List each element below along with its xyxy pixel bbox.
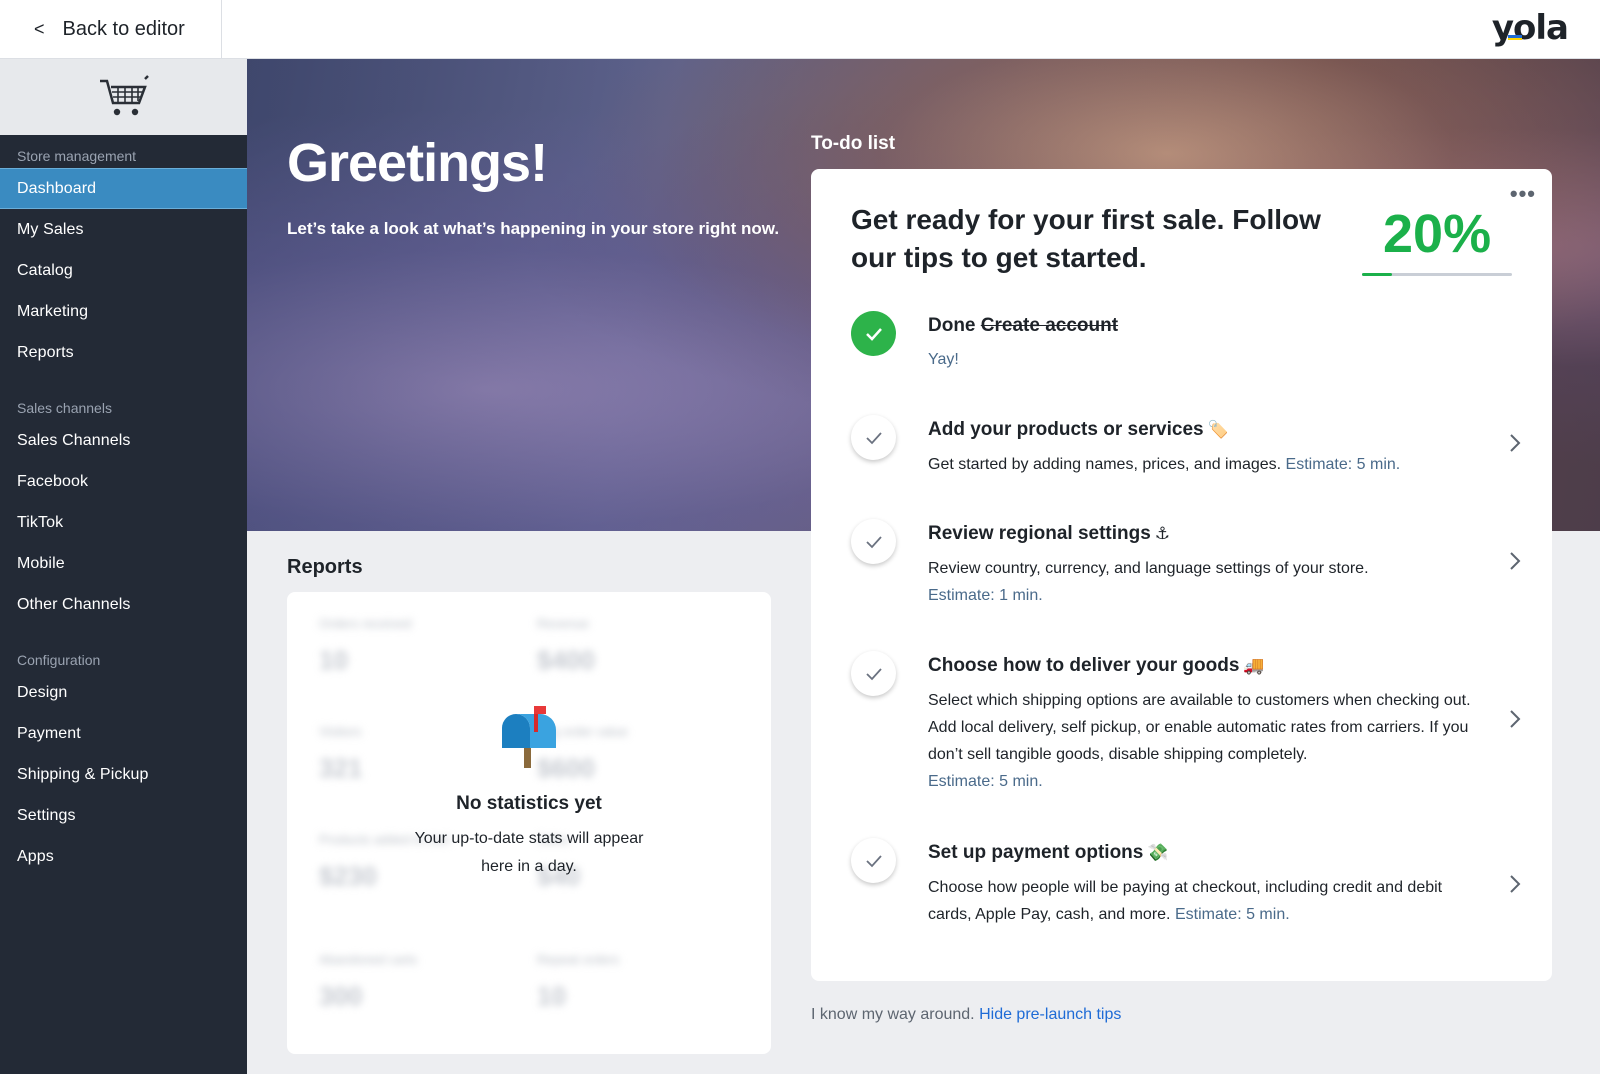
anchor-icon: ⚓ bbox=[1154, 524, 1171, 543]
more-options-icon[interactable]: ••• bbox=[1510, 181, 1536, 207]
hide-tips-text: I know my way around. bbox=[811, 1006, 975, 1023]
hide-tips-row: I know my way around. Hide pre-launch ti… bbox=[811, 1006, 1121, 1024]
todo-card: ••• Get ready for your first sale. Follo… bbox=[811, 169, 1552, 981]
yola-logo[interactable]: yola bbox=[1491, 8, 1569, 48]
sidebar-item-sales-channels[interactable]: Sales Channels bbox=[0, 420, 247, 461]
step-title: Add your products or services 🏷️ bbox=[928, 419, 1229, 440]
check-icon bbox=[851, 519, 896, 564]
sidebar-item-reports[interactable]: Reports bbox=[0, 332, 247, 373]
step-description: Choose how people will be paying at chec… bbox=[928, 879, 1443, 923]
money-with-wings-icon: 💸 bbox=[1147, 843, 1169, 862]
back-to-editor-label: Back to editor bbox=[62, 18, 185, 40]
step-description: Get started by adding names, prices, and… bbox=[928, 456, 1401, 473]
chevron-right-icon[interactable] bbox=[1509, 551, 1521, 571]
todo-step-create-account: Done Create account Yay! bbox=[851, 311, 1521, 381]
step-description: Select which shipping options are availa… bbox=[928, 692, 1471, 790]
sidebar-item-catalog[interactable]: Catalog bbox=[0, 250, 247, 291]
sidebar-item-mobile[interactable]: Mobile bbox=[0, 543, 247, 584]
progress-percent: 20% bbox=[1383, 204, 1492, 264]
nav-group-store-management: Store management bbox=[17, 148, 137, 164]
nav-group-sales-channels: Sales channels bbox=[17, 400, 112, 416]
reports-title: Reports bbox=[287, 556, 363, 578]
empty-state-text: Your up-to-date stats will appear here i… bbox=[414, 830, 644, 875]
completed-check-icon bbox=[851, 311, 896, 356]
reports-empty-state: No statistics yet Your up-to-date stats … bbox=[287, 704, 771, 881]
check-icon bbox=[851, 415, 896, 460]
back-to-editor-button[interactable]: < Back to editor bbox=[0, 0, 222, 59]
blurred-stat: Repeat orders 10 bbox=[537, 952, 620, 1011]
step-title: Set up payment options 💸 bbox=[928, 842, 1169, 863]
sidebar-item-apps[interactable]: Apps bbox=[0, 836, 247, 877]
step-title: Choose how to deliver your goods 🚚 bbox=[928, 655, 1265, 676]
step-title: Done Create account bbox=[928, 315, 1119, 336]
sidebar-item-shipping-pickup[interactable]: Shipping & Pickup bbox=[0, 754, 247, 795]
progress-bar bbox=[1362, 273, 1512, 276]
blurred-stat: Orders received 10 bbox=[319, 616, 412, 675]
sidebar: Store management Dashboard My Sales Cata… bbox=[0, 59, 247, 1074]
todo-step-delivery[interactable]: Choose how to deliver your goods 🚚 Select… bbox=[851, 651, 1521, 801]
chevron-right-icon[interactable] bbox=[1509, 433, 1521, 453]
blurred-stat: Abandoned carts 300 bbox=[319, 952, 418, 1011]
blurred-stat: Revenue $400 bbox=[537, 616, 595, 675]
sidebar-item-marketing[interactable]: Marketing bbox=[0, 291, 247, 332]
check-icon bbox=[851, 838, 896, 883]
empty-state-title: No statistics yet bbox=[456, 793, 602, 814]
step-note: Yay! bbox=[928, 351, 959, 368]
sidebar-item-design[interactable]: Design bbox=[0, 672, 247, 713]
store-logo[interactable] bbox=[0, 59, 247, 135]
sidebar-item-payment[interactable]: Payment bbox=[0, 713, 247, 754]
check-icon bbox=[851, 651, 896, 696]
chevron-right-icon[interactable] bbox=[1509, 874, 1521, 894]
step-title: Review regional settings ⚓ bbox=[928, 523, 1171, 544]
shopping-cart-icon bbox=[99, 75, 149, 116]
reports-card: Orders received 10 Revenue $400 Visitors 32… bbox=[287, 592, 771, 1054]
greeting-title: Greetings! bbox=[287, 133, 548, 193]
sidebar-item-facebook[interactable]: Facebook bbox=[0, 461, 247, 502]
sidebar-item-tiktok[interactable]: TikTok bbox=[0, 502, 247, 543]
sidebar-item-my-sales[interactable]: My Sales bbox=[0, 209, 247, 250]
mailbox-icon bbox=[502, 706, 556, 768]
greeting-subtitle: Let’s take a look at what’s happening in… bbox=[287, 219, 780, 238]
hide-pre-launch-tips-link[interactable]: Hide pre-launch tips bbox=[979, 1006, 1121, 1023]
progress-bar-fill bbox=[1362, 273, 1392, 276]
todo-step-add-products[interactable]: Add your products or services 🏷️ Get star… bbox=[851, 415, 1521, 485]
todo-heading: Get ready for your first sale. Follow ou… bbox=[851, 204, 1321, 273]
top-bar: < Back to editor yola bbox=[0, 0, 1600, 59]
todo-step-regional-settings[interactable]: Review regional settings ⚓ Review country… bbox=[851, 519, 1521, 619]
logo-flag-mark bbox=[1507, 35, 1522, 40]
delivery-truck-icon: 🚚 bbox=[1243, 656, 1265, 675]
logo-text: yola bbox=[1491, 8, 1569, 48]
sidebar-item-dashboard[interactable]: Dashboard bbox=[0, 168, 247, 209]
sidebar-item-settings[interactable]: Settings bbox=[0, 795, 247, 836]
todo-step-payment-options[interactable]: Set up payment options 💸 Choose how peopl… bbox=[851, 838, 1521, 938]
step-description: Review country, currency, and language s… bbox=[928, 560, 1369, 604]
tag-icon: 🏷️ bbox=[1207, 420, 1229, 439]
todo-section-title: To-do list bbox=[811, 133, 896, 154]
nav-group-configuration: Configuration bbox=[17, 652, 101, 668]
chevron-left-icon: < bbox=[34, 19, 45, 39]
chevron-right-icon[interactable] bbox=[1509, 709, 1521, 729]
sidebar-item-other-channels[interactable]: Other Channels bbox=[0, 584, 247, 625]
